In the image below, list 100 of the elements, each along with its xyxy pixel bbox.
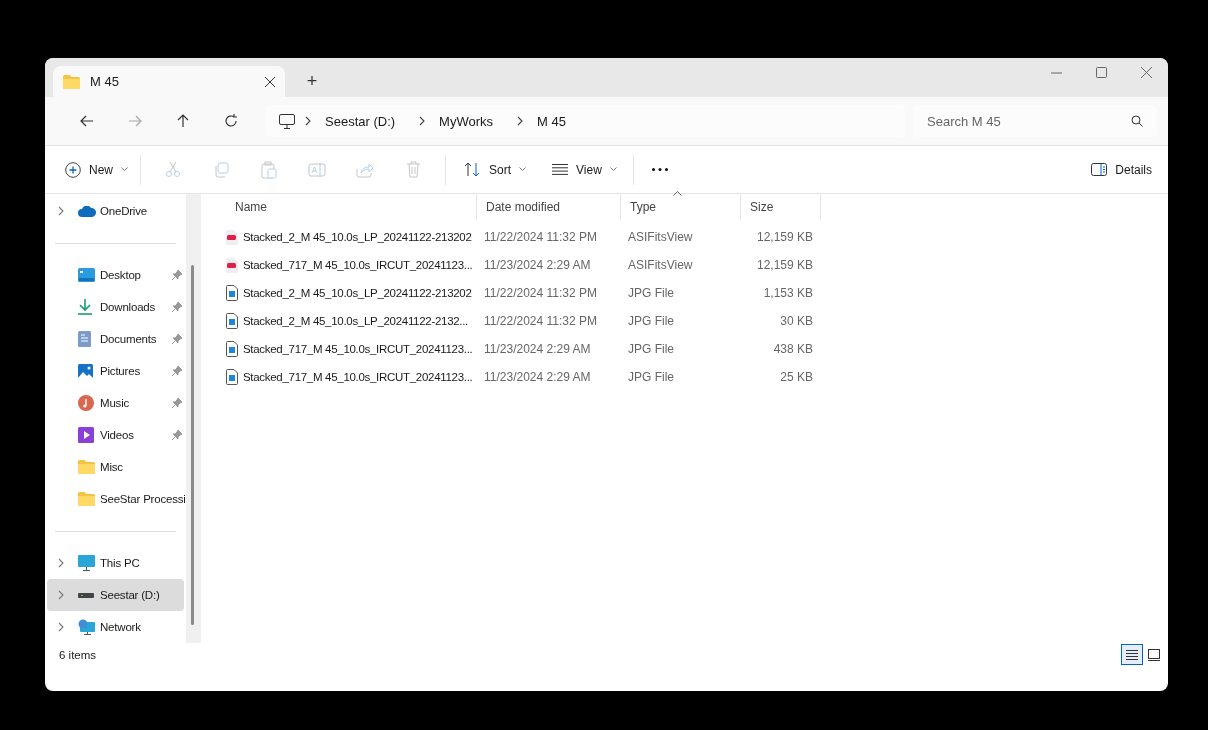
search-icon: [1131, 115, 1143, 127]
folder-icon: [78, 460, 95, 474]
tab[interactable]: M 45: [53, 66, 285, 97]
sidebar-item[interactable]: Network: [47, 611, 184, 643]
image-file-icon: [226, 285, 238, 301]
view-button[interactable]: View: [548, 153, 621, 186]
file-name[interactable]: Stacked_717_M 45_10.0s_IRCUT_20241123...: [243, 259, 473, 271]
video-icon: [78, 427, 94, 443]
file-icon: [226, 229, 238, 245]
file-type: JPG File: [627, 286, 675, 300]
chevron-icon: [517, 116, 523, 126]
sidebar-item[interactable]: Documents: [47, 323, 184, 355]
file-type: JPG File: [627, 370, 675, 384]
sidebar-item[interactable]: Seestar (D:): [47, 579, 184, 611]
date-modified: 11/22/2024 11:32 PM: [483, 230, 598, 244]
refresh-icon[interactable]: [224, 114, 238, 128]
file-type: ASIFitsView: [627, 258, 694, 272]
monitor-icon: [78, 555, 95, 571]
date-modified: 11/22/2024 11:32 PM: [483, 286, 598, 300]
more-icon: [651, 168, 668, 171]
sidebar-item[interactable]: Pictures: [47, 355, 184, 387]
caret-icon: [609, 167, 617, 172]
sort-icon: [464, 162, 481, 177]
chevron-icon[interactable]: [58, 206, 64, 216]
details-pane-icon: [1091, 163, 1108, 176]
column-header[interactable]: Name: [226, 194, 477, 219]
column-header[interactable]: Date modified: [477, 194, 621, 219]
scissors-icon: [165, 161, 181, 178]
date-modified: 11/23/2024 2:29 AM: [483, 370, 592, 384]
sidebar-item[interactable]: Desktop: [47, 259, 184, 291]
caret-icon: [121, 167, 128, 172]
file-size: 438 KB: [772, 342, 814, 356]
sidebar-item[interactable]: Music: [47, 387, 184, 419]
date-modified: 11/22/2024 11:32 PM: [483, 314, 598, 328]
file-name[interactable]: Stacked_2_M 45_10.0s_LP_20241122-213202: [243, 287, 472, 299]
item-count: 6 items: [59, 648, 97, 661]
close-icon[interactable]: [265, 76, 275, 87]
tiles-view-icon: [1148, 648, 1160, 661]
file-size: 25 KB: [779, 370, 814, 384]
new-button[interactable]: New: [61, 153, 132, 186]
document-icon: [78, 331, 91, 347]
folder-icon: [63, 74, 80, 89]
list-icon: [552, 164, 569, 175]
file-size: 1,153 KB: [762, 286, 814, 300]
sidebar-item[interactable]: OneDrive: [47, 195, 184, 227]
file-icon: [226, 257, 238, 273]
file-size: 12,159 KB: [755, 258, 814, 272]
chevron-icon[interactable]: [58, 558, 64, 568]
image-file-icon: [226, 369, 238, 385]
view-toggle[interactable]: [1121, 644, 1143, 665]
sidebar-item[interactable]: This PC: [47, 547, 184, 579]
file-name[interactable]: Stacked_717_M 45_10.0s_IRCUT_20241123...: [243, 343, 473, 355]
up-arrow-icon[interactable]: [176, 114, 190, 128]
file-name[interactable]: Stacked_2_M 45_10.0s_LP_20241122-2132...: [243, 315, 468, 327]
image-file-icon: [226, 313, 238, 329]
sidebar-item[interactable]: Misc: [47, 451, 184, 483]
back-arrow-icon[interactable]: [80, 114, 94, 128]
file-type: JPG File: [627, 314, 675, 328]
file-size: 12,159 KB: [755, 230, 814, 244]
scrollbar-thumb[interactable]: [191, 265, 194, 625]
image-file-icon: [226, 341, 238, 357]
file-size: 30 KB: [779, 314, 814, 328]
chevron-icon: [305, 116, 311, 126]
picture-icon: [78, 363, 93, 379]
details-button[interactable]: Details: [1087, 153, 1156, 186]
monitor-icon: [279, 113, 295, 129]
clipboard-icon: [261, 160, 277, 179]
column-header[interactable]: Size: [741, 194, 821, 219]
chevron-icon: [419, 116, 426, 126]
caret-icon: [519, 167, 527, 172]
file-type: ASIFitsView: [627, 230, 694, 244]
sort-button[interactable]: Sort: [460, 153, 531, 186]
breadcrumb-item[interactable]: MyWorks: [439, 113, 493, 129]
date-modified: 11/23/2024 2:29 AM: [483, 342, 592, 356]
chevron-icon[interactable]: [58, 590, 64, 600]
folder-icon: [78, 492, 95, 506]
maximize-icon[interactable]: [1096, 67, 1107, 78]
drive-icon: [78, 592, 94, 598]
music-icon: [78, 395, 94, 411]
plus-circle-icon: [65, 161, 81, 178]
file-type: JPG File: [627, 342, 675, 356]
column-header[interactable]: Type: [621, 194, 741, 219]
breadcrumb-item[interactable]: M 45: [537, 113, 566, 129]
share-icon: [356, 161, 374, 178]
chevron-icon[interactable]: [58, 622, 64, 632]
details-view-icon: [1126, 649, 1138, 660]
cloud-icon: [78, 205, 96, 217]
new-tab-button[interactable]: +: [295, 66, 329, 97]
sidebar-item[interactable]: SeeStar Processi: [47, 483, 184, 515]
date-modified: 11/23/2024 2:29 AM: [483, 258, 592, 272]
file-name[interactable]: Stacked_717_M 45_10.0s_IRCUT_20241123...: [243, 371, 473, 383]
sidebar-item[interactable]: Downloads: [47, 291, 184, 323]
sidebar-item[interactable]: Videos: [47, 419, 184, 451]
rename-icon: [308, 161, 326, 178]
file-name[interactable]: Stacked_2_M 45_10.0s_LP_20241122-213202: [243, 231, 472, 243]
download-icon: [78, 299, 92, 315]
desktop-icon: [78, 268, 95, 282]
breadcrumb-item[interactable]: Seestar (D:): [325, 113, 396, 129]
copy-icon: [213, 161, 229, 178]
trash-icon: [405, 161, 421, 178]
